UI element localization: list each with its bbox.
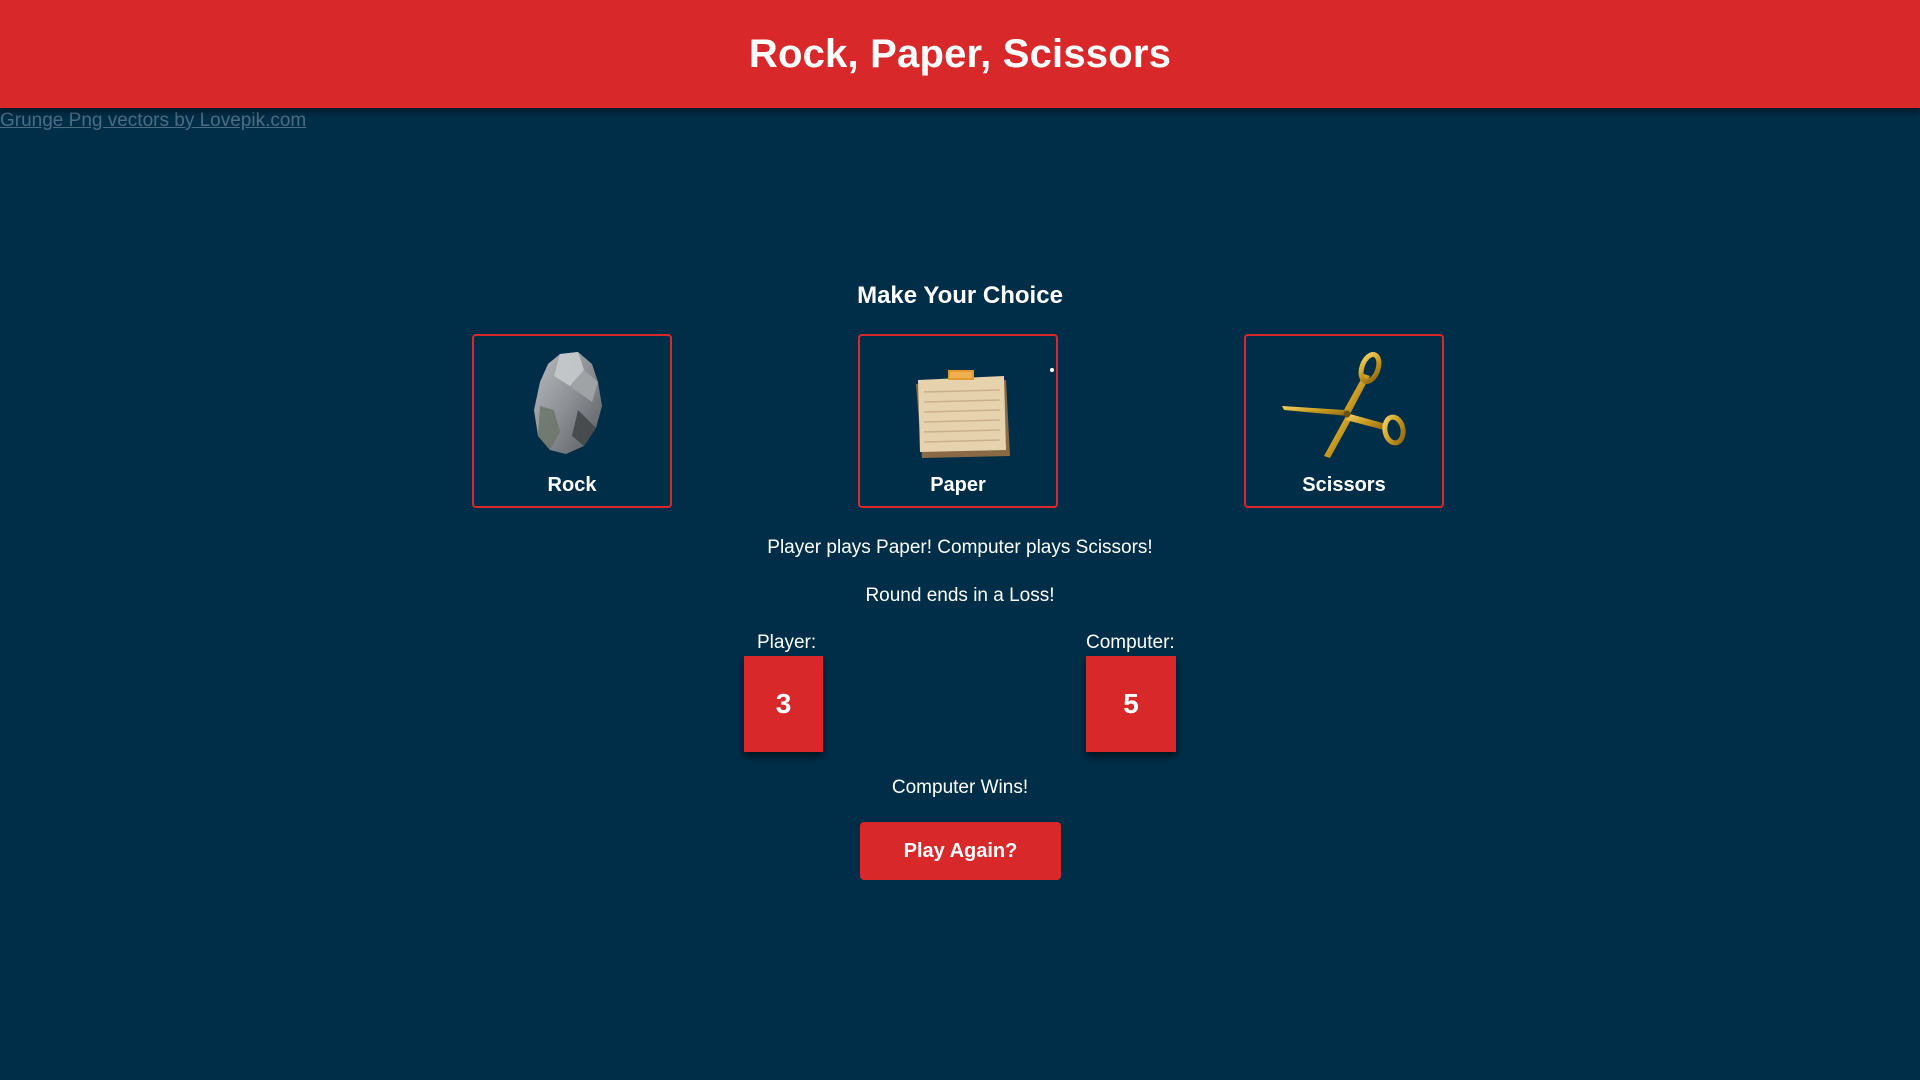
round-result-text: Round ends in a Loss! <box>865 585 1055 606</box>
cursor-dot-icon <box>1050 368 1054 372</box>
play-again-button[interactable]: Play Again? <box>860 822 1061 880</box>
scissors-label: Scissors <box>1302 474 1386 496</box>
computer-score: 5 <box>1086 656 1176 752</box>
rock-icon <box>534 352 602 454</box>
scissors-choice-button[interactable]: Scissors <box>1244 334 1444 508</box>
choice-heading: Make Your Choice <box>857 282 1063 309</box>
page-header: Rock, Paper, Scissors <box>0 0 1920 108</box>
final-result-text: Computer Wins! <box>891 777 1029 798</box>
paper-icon <box>916 370 1010 458</box>
computer-score-label: Computer: <box>1086 632 1175 653</box>
credit-link[interactable]: Grunge Png vectors by Lovepik.com <box>0 110 306 132</box>
round-play-text: Player plays Paper! Computer plays Sciss… <box>767 537 1153 558</box>
player-score-label: Player: <box>757 632 817 653</box>
paper-label: Paper <box>930 474 986 496</box>
player-score: 3 <box>744 656 823 752</box>
scissors-icon <box>1282 352 1406 458</box>
rock-choice-button[interactable]: Rock <box>472 334 672 508</box>
paper-choice-button[interactable]: Paper <box>858 334 1058 508</box>
rock-label: Rock <box>547 474 597 496</box>
page-title: Rock, Paper, Scissors <box>748 31 1172 76</box>
